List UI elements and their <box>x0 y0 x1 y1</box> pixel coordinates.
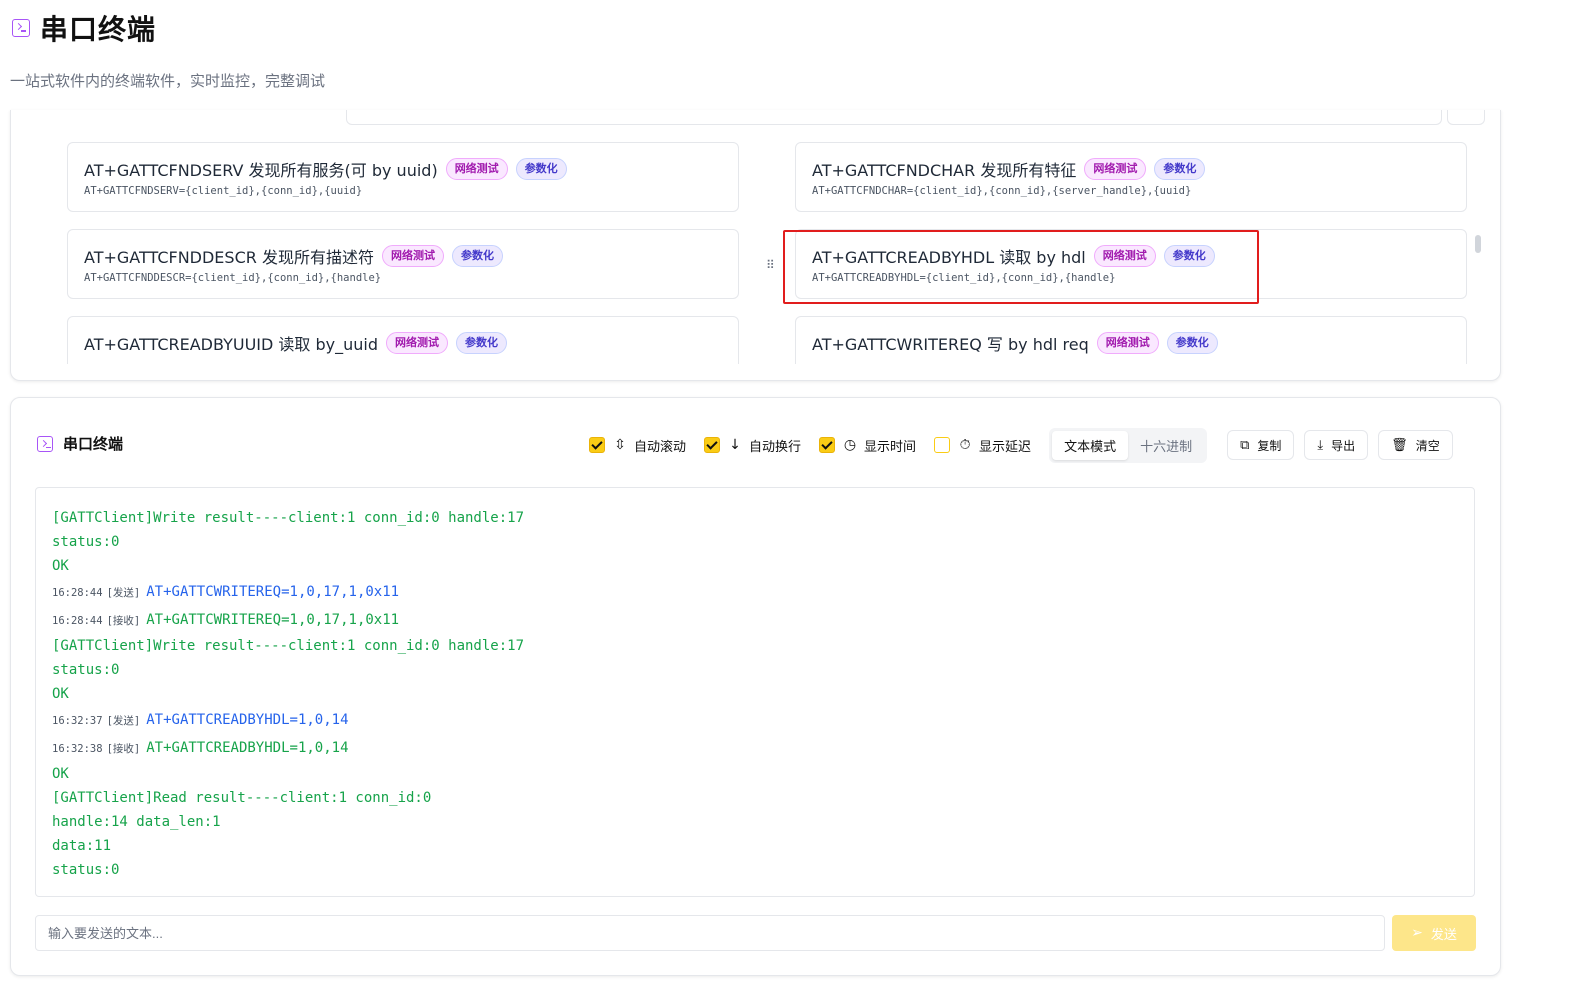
command-name: AT+GATTCFNDSERV 发现所有服务(可 by uuid) <box>84 161 438 180</box>
mode-hex-button[interactable]: 十六进制 <box>1128 431 1204 460</box>
clear-label: 清空 <box>1415 438 1440 453</box>
command-name: AT+GATTCWRITEREQ 写 by hdl req <box>812 335 1089 354</box>
log-line: [GATTClient]Write result----client:1 con… <box>52 510 525 526</box>
tag-network-test: 网络测试 <box>1093 245 1156 267</box>
trash-icon: 🗑 <box>1391 437 1408 453</box>
export-label: 导出 <box>1331 438 1356 453</box>
send-icon: ➢ <box>1411 925 1423 941</box>
drag-handle-icon[interactable]: ⠿ <box>766 258 776 272</box>
tag-network-test: 网络测试 <box>1084 158 1147 180</box>
log-line-sent: 16:28:44 [发送] AT+GATTCWRITEREQ=1,0,17,1,0x… <box>52 584 400 600</box>
download-icon: ⤓ <box>1317 437 1324 453</box>
option-label: 自动滚动 <box>634 439 687 455</box>
clock-icon: ◷ <box>843 437 857 453</box>
tag-parameterized: 参数化 <box>1163 245 1215 267</box>
log-direction: [发送] <box>106 715 141 727</box>
option-auto-scroll[interactable]: ⇳ 自动滚动 <box>589 436 686 455</box>
show-delay-checkbox[interactable] <box>934 437 951 453</box>
terminal-icon <box>12 19 30 37</box>
clear-button[interactable]: 🗑 清空 <box>1378 430 1453 460</box>
log-line-sent: 16:32:37 [发送] AT+GATTCREADBYHDL=1,0,14 <box>52 712 349 728</box>
log-timestamp: 16:28:44 <box>52 587 103 599</box>
option-show-time[interactable]: ◷ 显示时间 <box>819 436 916 455</box>
log-line: [GATTClient]Read result----client:1 conn… <box>52 790 432 806</box>
option-auto-wrap[interactable]: ↓ 自动换行 <box>704 436 801 455</box>
command-card[interactable]: AT+GATTCWRITEREQ 写 by hdl req 网络测试 参数化 <box>795 316 1467 364</box>
command-card-selected[interactable]: AT+GATTCREADBYHDL 读取 by hdl 网络测试 参数化 AT+… <box>795 229 1467 299</box>
timer-icon: ⏱ <box>959 437 971 453</box>
command-syntax: AT+GATTCFNDCHAR={client_id},{conn_id},{s… <box>812 185 1192 197</box>
command-name: AT+GATTCFNDCHAR 发现所有特征 <box>812 161 1077 180</box>
arrow-down-icon: ↓ <box>729 437 741 453</box>
command-card[interactable]: AT+GATTCFNDCHAR 发现所有特征 网络测试 参数化 AT+GATTC… <box>795 142 1467 212</box>
terminal-log[interactable]: [GATTClient]Write result----client:1 con… <box>35 487 1475 897</box>
show-time-checkbox[interactable] <box>819 437 836 453</box>
command-syntax: AT+GATTCREADBYHDL={client_id},{conn_id},… <box>812 272 1116 284</box>
log-timestamp: 16:28:44 <box>52 615 103 627</box>
option-label: 显示延迟 <box>979 439 1032 455</box>
terminal-panel: 串口终端 ⇳ 自动滚动 ↓ 自动换行 ◷ 显示时间 ⏱ 显示延迟 文本模式 十六… <box>10 397 1501 976</box>
log-line: [GATTClient]Write result----client:1 con… <box>52 638 525 654</box>
auto-scroll-checkbox[interactable] <box>589 437 605 453</box>
command-card[interactable]: AT+GATTCREADBYUUID 读取 by_uuid 网络测试 参数化 <box>67 316 739 364</box>
tag-parameterized: 参数化 <box>1166 332 1218 354</box>
log-line-received: 16:32:38 [接收] AT+GATTCREADBYHDL=1,0,14 <box>52 740 349 756</box>
copy-icon: ⧉ <box>1240 437 1250 453</box>
command-syntax: AT+GATTCFNDDESCR={client_id},{conn_id},{… <box>84 272 382 284</box>
mode-switch: 文本模式 十六进制 <box>1049 427 1208 463</box>
log-line: handle:14 data_len:1 <box>52 814 221 830</box>
command-name: AT+GATTCFNDDESCR 发现所有描述符 <box>84 248 374 267</box>
command-syntax: AT+GATTCFNDSERV={client_id},{conn_id},{u… <box>84 185 363 197</box>
tag-parameterized: 参数化 <box>515 158 567 180</box>
mode-text-button[interactable]: 文本模式 <box>1052 430 1129 460</box>
log-timestamp: 16:32:38 <box>52 743 103 755</box>
tag-network-test: 网络测试 <box>1096 332 1159 354</box>
log-line: OK <box>52 766 69 782</box>
tag-network-test: 网络测试 <box>445 158 508 180</box>
log-line: status:0 <box>52 534 120 550</box>
log-direction: [接收] <box>106 615 141 627</box>
send-button[interactable]: ➢ 发送 <box>1392 915 1476 951</box>
log-line: OK <box>52 686 69 702</box>
page-subtitle: 一站式软件内的终端软件，实时监控，完整调试 <box>10 72 326 90</box>
log-direction: [发送] <box>106 587 141 599</box>
option-label: 自动换行 <box>749 439 802 455</box>
copy-label: 复制 <box>1257 438 1282 453</box>
scroll-icon: ⇳ <box>614 437 626 453</box>
log-timestamp: 16:32:37 <box>52 715 103 727</box>
log-line: data:11 <box>52 838 112 854</box>
copy-button[interactable]: ⧉ 复制 <box>1227 430 1295 460</box>
log-line: status:0 <box>52 862 120 878</box>
auto-wrap-checkbox[interactable] <box>704 437 721 453</box>
terminal-toolbar: ⇳ 自动滚动 ↓ 自动换行 ◷ 显示时间 ⏱ 显示延迟 文本模式 十六进制 ⧉ … <box>589 427 1453 463</box>
tag-parameterized: 参数化 <box>456 332 507 354</box>
send-input[interactable] <box>35 915 1385 951</box>
command-card[interactable]: AT+GATTCFNDDESCR 发现所有描述符 网络测试 参数化 AT+GAT… <box>67 229 739 299</box>
log-line: status:0 <box>52 662 120 678</box>
terminal-title: 串口终端 <box>63 435 124 453</box>
tag-parameterized: 参数化 <box>1154 158 1206 180</box>
command-panel: AT+GATTCFNDSERV 发现所有服务(可 by uuid) 网络测试 参… <box>10 110 1501 381</box>
log-line-received: 16:28:44 [接收] AT+GATTCWRITEREQ=1,0,17,1,0x… <box>52 612 400 628</box>
log-line: OK <box>52 558 69 574</box>
option-show-delay[interactable]: ⏱ 显示延迟 <box>934 436 1031 455</box>
tag-parameterized: 参数化 <box>451 245 503 267</box>
send-label: 发送 <box>1430 927 1457 943</box>
tag-network-test: 网络测试 <box>386 332 448 354</box>
send-row: ➢ 发送 <box>35 915 1476 951</box>
log-direction: [接收] <box>106 743 141 755</box>
page-title: 串口终端 <box>40 13 157 46</box>
scrollbar-thumb[interactable] <box>1475 235 1481 253</box>
terminal-icon <box>37 435 53 452</box>
tag-network-test: 网络测试 <box>381 245 444 267</box>
command-grid: AT+GATTCFNDSERV 发现所有服务(可 by uuid) 网络测试 参… <box>11 110 1500 364</box>
page-header: 串口终端 <box>12 6 156 50</box>
export-button[interactable]: ⤓ 导出 <box>1304 430 1369 460</box>
command-name: AT+GATTCREADBYUUID 读取 by_uuid <box>84 335 378 354</box>
option-label: 显示时间 <box>864 439 917 455</box>
command-name: AT+GATTCREADBYHDL 读取 by hdl <box>812 248 1086 267</box>
command-card[interactable]: AT+GATTCFNDSERV 发现所有服务(可 by uuid) 网络测试 参… <box>67 142 739 212</box>
